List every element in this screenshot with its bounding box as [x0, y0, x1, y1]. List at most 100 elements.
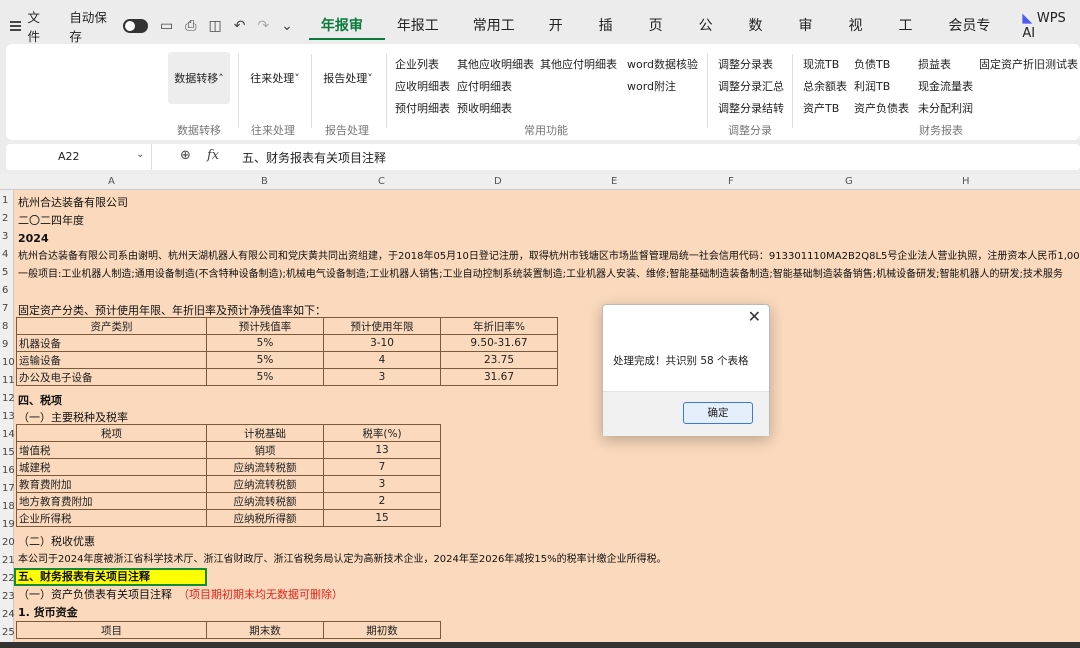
balance-notes-cell[interactable]: （一）资产负债表有关项目注释 — [18, 586, 172, 603]
tab-annual-tools[interactable]: 年报工具 — [385, 12, 461, 62]
zoom-icon[interactable]: ⊕ — [180, 148, 191, 163]
balance-sheet-button[interactable]: 资产负债表 — [854, 100, 909, 116]
save-icon[interactable]: ▭ — [160, 18, 173, 34]
table-header-cell[interactable]: 预计残值率 — [206, 317, 324, 335]
table-header-cell[interactable]: 计税基础 — [206, 424, 324, 442]
incoming-button[interactable]: 往来处理 ˅ — [244, 52, 306, 104]
print-icon[interactable]: ⎙ — [185, 18, 196, 34]
undo-icon[interactable]: ↶ — [234, 18, 246, 34]
advance-received-button[interactable]: 预收明细表 — [457, 100, 512, 116]
column-header[interactable]: F — [728, 176, 734, 187]
report-button[interactable]: 报告处理 ˅ — [317, 52, 379, 104]
print-preview-icon[interactable]: ◫ — [208, 18, 221, 34]
cashflow-statement-button[interactable]: 现金流量表 — [918, 78, 973, 94]
table-cell[interactable]: 应纳流转税额 — [206, 475, 324, 493]
row-number[interactable]: 18 — [0, 501, 15, 512]
table-cell[interactable]: 机器设备 — [16, 334, 207, 352]
cash-title-cell[interactable]: 1. 货币资金 — [18, 604, 78, 621]
table-cell[interactable]: 3 — [323, 368, 441, 386]
company-intro-cell[interactable]: 杭州合达装备有限公司系由谢明、杭州天湖机器人有限公司和党庆黄共同出资组建，于20… — [18, 248, 1080, 265]
row-number[interactable]: 16 — [0, 465, 15, 476]
delete-hint-cell[interactable]: （项目期初期末均无数据可删除） — [178, 586, 343, 603]
row-number[interactable]: 6 — [0, 285, 14, 296]
row-number[interactable]: 12 — [0, 393, 15, 404]
autosave-toggle[interactable] — [123, 19, 149, 33]
table-header-cell[interactable]: 期初数 — [323, 621, 441, 639]
cashflow-tb-button[interactable]: 现流TB — [803, 56, 839, 72]
row-number[interactable]: 23 — [0, 591, 15, 602]
tax-section-cell[interactable]: 四、税项 — [18, 392, 62, 409]
fixed-asset-test-button[interactable]: 固定资产折旧测试表 — [979, 56, 1078, 72]
business-scope-cell[interactable]: 一般项目:工业机器人制造;通用设备制造(不含特种设备制造);机械电气设备制造;工… — [18, 266, 1063, 283]
company-list-button[interactable]: 企业列表 — [395, 56, 439, 72]
company-name-cell[interactable]: 杭州合达装备有限公司 — [18, 194, 128, 211]
table-cell[interactable]: 办公及电子设备 — [16, 368, 207, 386]
undistributed-profit-button[interactable]: 未分配利润 — [918, 100, 973, 116]
table-header-cell[interactable]: 税率(%) — [323, 424, 441, 442]
column-header[interactable]: D — [494, 176, 502, 187]
name-box[interactable]: A22 ⌄ — [6, 144, 152, 170]
payable-button[interactable]: 应付明细表 — [457, 78, 512, 94]
table-cell[interactable]: 15 — [323, 509, 441, 527]
table-cell[interactable]: 4 — [323, 351, 441, 369]
close-icon[interactable]: ✕ — [748, 307, 761, 326]
table-cell[interactable]: 9.50-31.67 — [440, 334, 558, 352]
tab-member[interactable]: 会员专享 — [936, 12, 1012, 62]
tax-benefit-cell[interactable]: （二）税收优惠 — [18, 533, 95, 550]
row-number[interactable]: 13 — [0, 411, 15, 422]
table-cell[interactable]: 应纳流转税额 — [206, 492, 324, 510]
row-number[interactable]: 17 — [0, 483, 15, 494]
table-cell[interactable]: 5% — [206, 368, 324, 386]
profit-tb-button[interactable]: 利润TB — [854, 78, 890, 94]
tab-view[interactable]: 视图 — [836, 12, 886, 62]
income-statement-button[interactable]: 损益表 — [918, 56, 951, 72]
adjust-summary-button[interactable]: 调整分录汇总 — [718, 78, 784, 94]
row-number[interactable]: 25 — [0, 627, 15, 638]
total-balance-button[interactable]: 总余额表 — [803, 78, 847, 94]
table-header-cell[interactable]: 项目 — [16, 621, 207, 639]
row-number[interactable]: 11 — [0, 375, 15, 386]
ok-button[interactable]: 确定 — [683, 402, 753, 424]
row-number[interactable]: 24 — [0, 609, 15, 620]
table-cell[interactable]: 企业所得税 — [16, 509, 207, 527]
wps-ai-button[interactable]: ◣ WPS AI — [1022, 11, 1080, 41]
row-number[interactable]: 9 — [0, 339, 14, 350]
adjust-carry-button[interactable]: 调整分录结转 — [718, 100, 784, 116]
table-cell[interactable]: 2 — [323, 492, 441, 510]
function-icon[interactable]: fx — [207, 148, 219, 163]
file-menu[interactable]: 文件 — [27, 7, 51, 45]
table-cell[interactable]: 3 — [323, 475, 441, 493]
table-header-cell[interactable]: 预计使用年限 — [323, 317, 441, 335]
year-label-cell[interactable]: 二〇二四年度 — [18, 212, 84, 229]
column-header[interactable]: B — [261, 176, 268, 187]
tab-review[interactable]: 审阅 — [787, 12, 837, 62]
word-notes-button[interactable]: word附注 — [627, 78, 676, 94]
table-cell[interactable]: 增值税 — [16, 441, 207, 459]
row-number[interactable]: 21 — [0, 555, 15, 566]
tab-data[interactable]: 数据 — [737, 12, 787, 62]
table-cell[interactable]: 3-10 — [323, 334, 441, 352]
row-number[interactable]: 10 — [0, 357, 15, 368]
row-number[interactable]: 22 — [0, 573, 15, 584]
table-cell[interactable]: 地方教育费附加 — [16, 492, 207, 510]
row-number[interactable]: 20 — [0, 537, 15, 548]
row-number[interactable]: 15 — [0, 447, 15, 458]
other-payable-button[interactable]: 其他应付明细表 — [540, 56, 617, 72]
redo-icon[interactable]: ↷ — [257, 18, 269, 34]
column-header[interactable]: H — [962, 176, 970, 187]
table-cell[interactable]: 5% — [206, 351, 324, 369]
tab-page[interactable]: 页面 — [637, 12, 687, 62]
tab-common-tools[interactable]: 常用工具 — [461, 12, 537, 62]
tab-formula[interactable]: 公式 — [687, 12, 737, 62]
column-header[interactable]: C — [378, 176, 385, 187]
tab-start[interactable]: 开始 — [537, 12, 587, 62]
row-number[interactable]: 3 — [0, 231, 14, 242]
chevron-down-icon[interactable]: ⌄ — [281, 18, 293, 34]
table-cell[interactable]: 13 — [323, 441, 441, 459]
table-header-cell[interactable]: 期末数 — [206, 621, 324, 639]
row-number[interactable]: 8 — [0, 321, 14, 332]
data-convert-button[interactable]: 数据转移 ˄ — [168, 52, 230, 104]
table-cell[interactable]: 7 — [323, 458, 441, 476]
table-cell[interactable]: 教育费附加 — [16, 475, 207, 493]
table-header-cell[interactable]: 年折旧率% — [440, 317, 558, 335]
